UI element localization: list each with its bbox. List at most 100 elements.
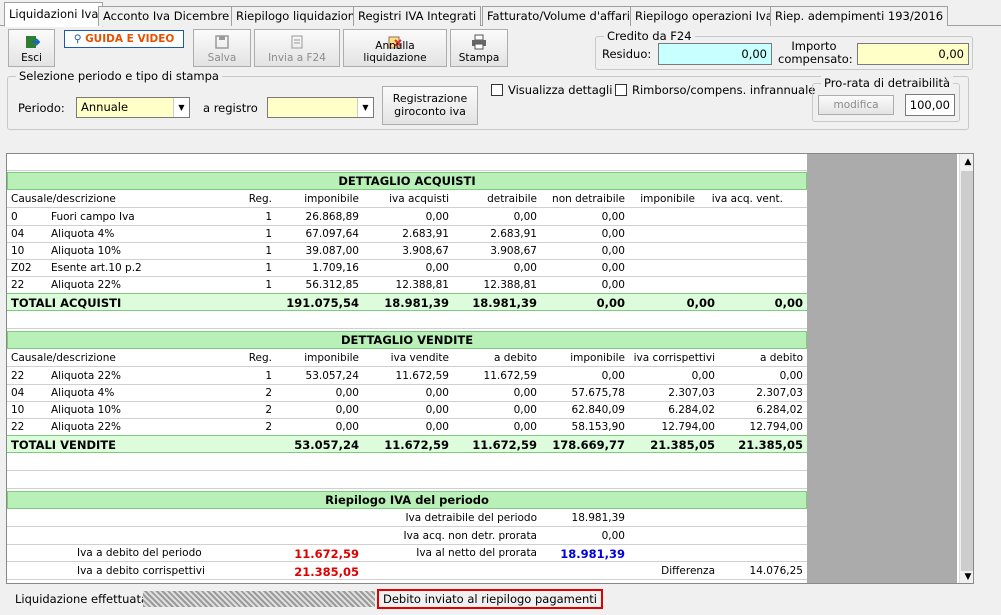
riepilogo-row: Iva a debito del periodo 11.672,59 Iva a… [7, 545, 807, 562]
riepilogo-label: Iva acq. non detr. prorata [403, 530, 537, 542]
total-cell: 18.981,39 [472, 296, 537, 310]
tab-acconto-iva[interactable]: Acconto Iva Dicembre [98, 6, 235, 26]
table-cell: 3.908,67 [402, 245, 449, 257]
table-cell: 1 [265, 228, 272, 240]
total-cell: 21.385,05 [738, 438, 803, 452]
riepilogo-label: Iva a debito corrispettivi [77, 565, 205, 577]
table-cell: 12.388,81 [483, 279, 537, 291]
esci-button[interactable]: Esci [8, 29, 55, 67]
table-cell: 10 [11, 245, 25, 257]
redacted-area [143, 591, 375, 607]
tab-bar: Liquidazioni Iva Acconto Iva Dicembre Ri… [0, 0, 1001, 27]
riepilogo-value: 21.385,05 [294, 565, 359, 579]
col-header: detraibile [487, 193, 537, 205]
total-cell: 11.672,59 [384, 438, 449, 452]
tab-fatturato[interactable]: Fatturato/Volume d'affari [482, 6, 635, 26]
guida-video-button[interactable]: ⚲ GUIDA E VIDEO [64, 30, 184, 48]
vendite-row: 10 Aliquota 10% 2 0,00 0,00 0,00 62.840,09 6.28… [7, 402, 807, 419]
stampa-label: Stampa [458, 52, 500, 64]
printer-icon [472, 34, 486, 50]
acquisti-row: 22 Aliquota 22% 1 56.312,85 12.388,81 12.388,… [7, 277, 807, 294]
col-header: Reg. [248, 193, 272, 205]
table-cell: 1 [265, 370, 272, 382]
col-header: iva acquisti [389, 193, 449, 205]
table-cell: 0,00 [513, 211, 537, 223]
total-cell: 191.075,54 [286, 296, 359, 310]
table-cell: Aliquota 22% [51, 279, 121, 291]
invia-f24-button[interactable]: Invia a F24 [254, 29, 340, 67]
table-cell: 2.307,03 [668, 387, 715, 399]
prorata-title: Pro-rata di detraibilità [821, 76, 954, 90]
tab-liquidazioni-iva[interactable]: Liquidazioni Iva [4, 2, 104, 27]
rimborso-checkbox[interactable]: Rimborso/compens. infrannuale [615, 83, 815, 97]
prorata-field[interactable]: 100,00 [905, 94, 955, 116]
riepilogo-value: 0,00 [601, 530, 625, 542]
total-cell: 53.057,24 [294, 438, 359, 452]
table-cell: 0,00 [425, 404, 449, 416]
acquisti-header-row: Causale/descrizione Reg. imponibile iva … [7, 191, 807, 208]
table-cell: 0,00 [335, 404, 359, 416]
tab-riep-adempimenti[interactable]: Riep. adempimenti 193/2016 [770, 6, 949, 26]
table-cell: 0,00 [601, 279, 625, 291]
scroll-down-icon[interactable]: ▼ [960, 569, 973, 583]
chevron-down-icon[interactable]: ▼ [357, 98, 373, 117]
riepilogo-row: Iva acq. non detr. prorata 0,00 [7, 528, 807, 545]
col-header: imponibile [304, 352, 359, 364]
periodo-select[interactable]: Annuale ▼ [76, 97, 190, 118]
vendite-row: 22 Aliquota 22% 2 0,00 0,00 0,00 58.153,90 12.7… [7, 419, 807, 436]
table-cell: 1 [265, 262, 272, 274]
vertical-scrollbar[interactable]: ▲ ▼ [959, 154, 973, 583]
table-cell: 0,00 [513, 262, 537, 274]
vendite-header-row: Causale/descrizione Reg. imponibile iva … [7, 350, 807, 367]
vendite-row: 22 Aliquota 22% 1 53.057,24 11.672,59 11.672,… [7, 368, 807, 385]
selezione-title: Selezione periodo e tipo di stampa [16, 69, 222, 83]
acquisti-row: 04 Aliquota 4% 1 67.097,64 2.683,91 2.683,91 0… [7, 226, 807, 243]
table-cell: 0,00 [601, 245, 625, 257]
help-icon: ⚲ [73, 33, 82, 45]
importo-compensato-field[interactable]: 0,00 [857, 43, 969, 65]
col-header: iva vendite [390, 352, 449, 364]
table-cell: 0,00 [513, 387, 537, 399]
total-cell: 18.981,39 [384, 296, 449, 310]
table-cell: 6.284,02 [668, 404, 715, 416]
stampa-button[interactable]: Stampa [450, 29, 508, 67]
acquisti-row: 10 Aliquota 10% 1 39.087,00 3.908,67 3.908,67… [7, 243, 807, 260]
modifica-button[interactable]: modifica [818, 95, 894, 115]
visualizza-dettagli-checkbox[interactable]: Visualizza dettagli [491, 83, 612, 97]
table-cell: 62.840,09 [571, 404, 625, 416]
blank-row [7, 312, 807, 329]
visualizza-dettagli-label: Visualizza dettagli [508, 83, 613, 97]
status-bar: Liquidazione effettuata Debito inviato a… [0, 588, 1001, 615]
table-cell: 22 [11, 370, 25, 382]
tab-riepilogo-liquidazioni[interactable]: Riepilogo liquidazioni [231, 6, 364, 26]
table-cell: 0,00 [335, 421, 359, 433]
tab-riepilogo-operazioni[interactable]: Riepilogo operazioni Iva [630, 6, 778, 26]
total-cell: 0,00 [686, 296, 715, 310]
importo-compensato-label: Importo compensato: [778, 39, 853, 66]
periodo-label: Periodo: [18, 101, 65, 115]
total-cell: 178.669,77 [552, 438, 625, 452]
salva-button[interactable]: Salva [193, 29, 251, 67]
table-cell: 0,00 [425, 387, 449, 399]
registro-select[interactable]: ▼ [267, 97, 374, 118]
chevron-down-icon[interactable]: ▼ [173, 98, 189, 117]
col-header: Causale/descrizione [11, 352, 116, 364]
annulla-liquidazione-button[interactable]: Annulla liquidazione [343, 29, 447, 67]
checkbox-box[interactable] [491, 84, 503, 96]
table-cell: 12.794,00 [749, 421, 803, 433]
acquisti-section-title: DETTAGLIO ACQUISTI [7, 172, 807, 190]
table-cell: Aliquota 10% [51, 404, 121, 416]
registrazione-giroconto-button[interactable]: Registrazione giroconto iva [382, 86, 478, 125]
riepilogo-row: Iva detraibile del periodo 18.981,39 [7, 510, 807, 527]
table-cell: 0,00 [425, 421, 449, 433]
tab-registri-iva[interactable]: Registri IVA Integrati [353, 6, 482, 26]
riepilogo-label: Iva a debito del periodo [77, 547, 202, 559]
scroll-up-icon[interactable]: ▲ [960, 154, 973, 170]
residuo-field[interactable]: 0,00 [658, 43, 772, 65]
checkbox-box[interactable] [615, 84, 627, 96]
table-cell: 2.683,91 [402, 228, 449, 240]
scroll-thumb[interactable] [961, 171, 973, 571]
table-cell: 1.709,16 [312, 262, 359, 274]
table-cell: Aliquota 22% [51, 421, 121, 433]
rimborso-label: Rimborso/compens. infrannuale [632, 83, 816, 97]
